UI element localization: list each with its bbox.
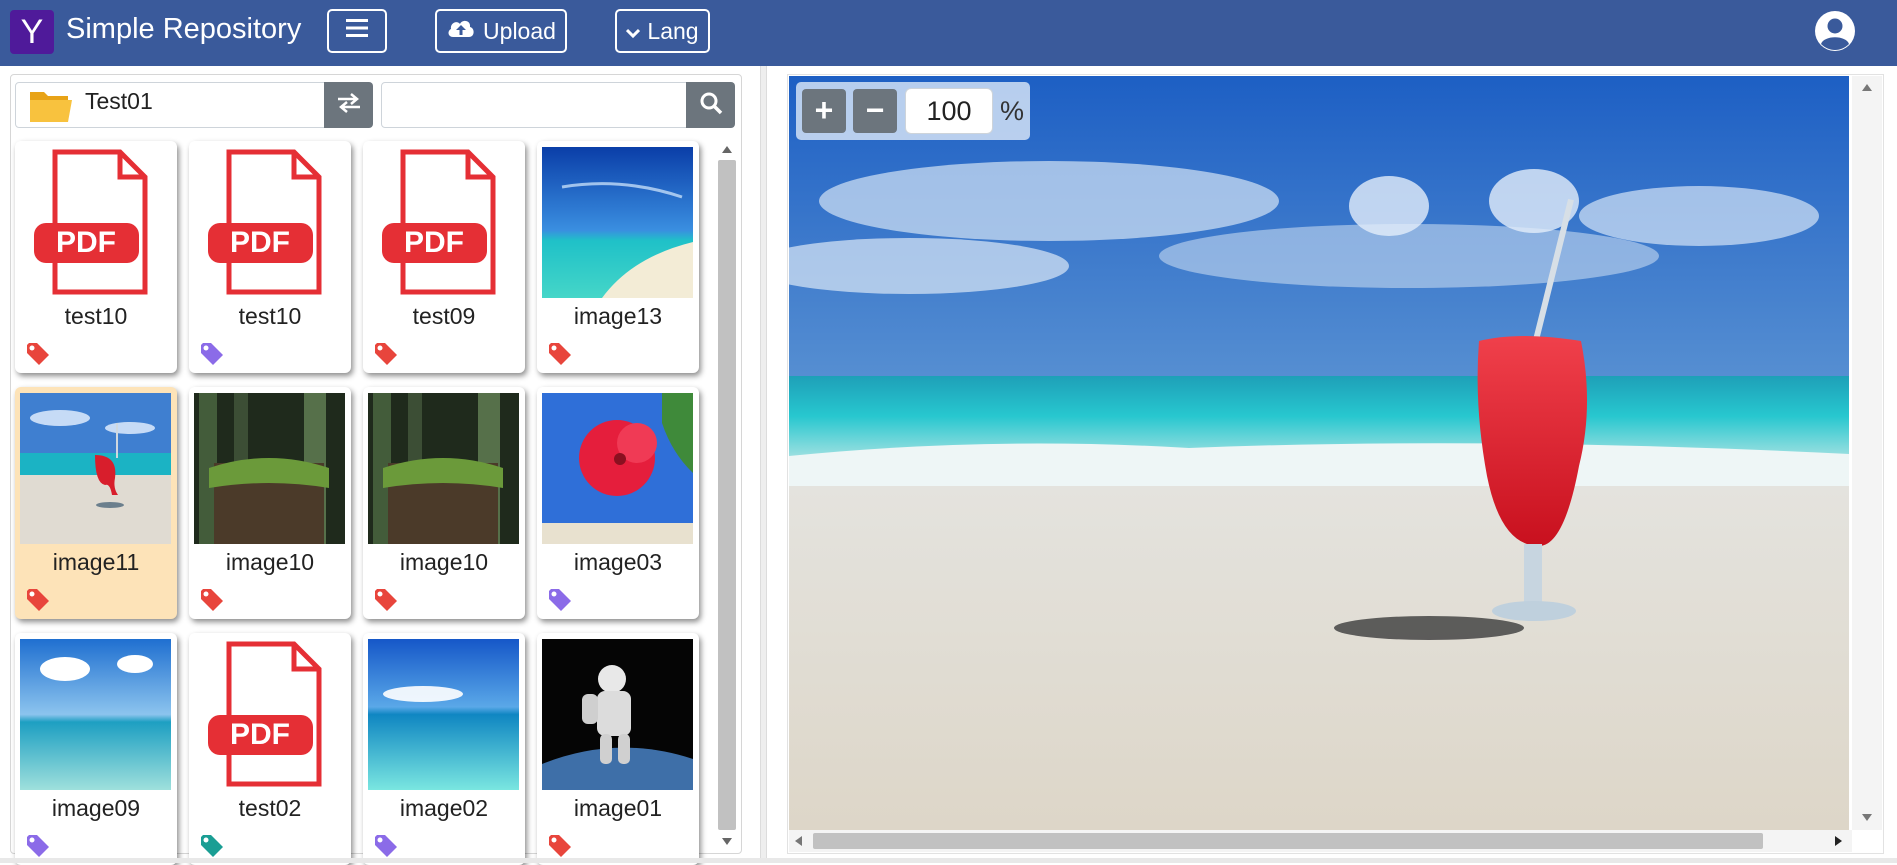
file-tile[interactable]: PDF test10 <box>189 141 351 373</box>
file-name: image01 <box>573 795 663 821</box>
file-tile[interactable]: image01 <box>537 633 699 865</box>
image-preview <box>749 76 1849 830</box>
panel-splitter[interactable] <box>760 66 767 863</box>
file-list-scrollbar[interactable] <box>716 140 738 852</box>
tag-icon[interactable] <box>373 341 399 367</box>
image-thumbnail <box>542 147 693 298</box>
tag-icon[interactable] <box>547 587 573 613</box>
hamburger-icon <box>345 17 369 45</box>
scroll-up-icon[interactable] <box>1862 84 1872 91</box>
file-tile[interactable]: PDF test10 <box>15 141 177 373</box>
swap-folder-button[interactable] <box>324 82 373 128</box>
viewer-horizontal-scrollbar[interactable] <box>789 830 1852 852</box>
file-name: image03 <box>573 549 663 575</box>
file-tile[interactable]: image13 <box>537 141 699 373</box>
chevron-down-icon <box>626 18 641 45</box>
folder-name: Test01 <box>85 88 153 114</box>
tag-icon[interactable] <box>199 341 225 367</box>
file-name: image02 <box>399 795 489 821</box>
image-thumbnail <box>542 393 693 544</box>
top-navbar: Y Simple Repository Upload Lang <box>0 0 1897 66</box>
image-thumbnail <box>194 393 345 544</box>
file-name: test10 <box>238 303 302 329</box>
search-button[interactable] <box>686 82 735 128</box>
scroll-left-icon[interactable] <box>795 836 802 846</box>
scroll-up-icon[interactable] <box>722 146 732 153</box>
file-name: image10 <box>225 549 315 575</box>
swap-icon <box>336 92 362 119</box>
file-tile[interactable]: image10 <box>189 387 351 619</box>
tag-icon[interactable] <box>25 341 51 367</box>
brand-title[interactable]: Simple Repository <box>66 13 301 46</box>
file-name: image10 <box>399 549 489 575</box>
file-tile[interactable]: image03 <box>537 387 699 619</box>
zoom-input[interactable]: 100 <box>905 88 993 134</box>
file-name: test02 <box>238 795 302 821</box>
image-thumbnail <box>20 639 171 790</box>
app-logo[interactable]: Y <box>10 10 54 54</box>
tag-icon[interactable] <box>25 833 51 859</box>
file-tile[interactable]: PDF test02 <box>189 633 351 865</box>
scrollbar-thumb[interactable] <box>813 833 1763 849</box>
pdf-icon: PDF <box>368 147 519 298</box>
file-tile[interactable]: PDF test09 <box>363 141 525 373</box>
file-name: test09 <box>412 303 476 329</box>
folder-icon <box>28 84 74 126</box>
search-input[interactable] <box>381 82 687 128</box>
file-name: image13 <box>573 303 663 329</box>
tag-icon[interactable] <box>547 341 573 367</box>
pdf-icon: PDF <box>194 147 345 298</box>
file-tile[interactable]: image10 <box>363 387 525 619</box>
tag-icon[interactable] <box>199 587 225 613</box>
lang-button[interactable]: Lang <box>615 9 710 53</box>
upload-button[interactable]: Upload <box>435 9 567 53</box>
svg-text:PDF: PDF <box>230 718 290 751</box>
image-thumbnail <box>20 393 171 544</box>
image-thumbnail <box>368 393 519 544</box>
pdf-icon: PDF <box>194 639 345 790</box>
pdf-icon: PDF <box>20 147 171 298</box>
svg-text:PDF: PDF <box>56 226 116 259</box>
zoom-unit: % <box>1000 96 1025 126</box>
search-icon <box>699 91 723 120</box>
user-circle-icon[interactable] <box>1814 10 1856 52</box>
scroll-down-icon[interactable] <box>722 838 732 845</box>
zoom-in-button[interactable]: + <box>802 89 846 133</box>
svg-text:PDF: PDF <box>230 226 290 259</box>
svg-text:PDF: PDF <box>404 226 464 259</box>
file-name: image09 <box>51 795 141 821</box>
tag-icon[interactable] <box>373 587 399 613</box>
image-thumbnail <box>368 639 519 790</box>
image-thumbnail <box>542 639 693 790</box>
scroll-down-icon[interactable] <box>1862 814 1872 821</box>
file-name: test10 <box>64 303 128 329</box>
menu-button[interactable] <box>327 9 387 53</box>
lang-label: Lang <box>647 17 699 44</box>
file-name: image11 <box>52 549 140 575</box>
file-tile[interactable]: image09 <box>15 633 177 865</box>
tag-icon[interactable] <box>199 833 225 859</box>
tag-icon[interactable] <box>25 587 51 613</box>
file-tile[interactable]: image11 <box>15 387 177 619</box>
scrollbar-thumb[interactable] <box>718 160 736 830</box>
zoom-controls: + − 100 % <box>796 82 1030 140</box>
viewer-vertical-scrollbar[interactable] <box>1852 76 1882 830</box>
tag-icon[interactable] <box>547 833 573 859</box>
zoom-out-button[interactable]: − <box>853 89 897 133</box>
tag-icon[interactable] <box>373 833 399 859</box>
upload-label: Upload <box>483 17 556 44</box>
scroll-right-icon[interactable] <box>1835 836 1842 846</box>
file-tile[interactable]: image02 <box>363 633 525 865</box>
footer-divider <box>0 858 1897 863</box>
cloud-upload-icon <box>446 17 476 45</box>
